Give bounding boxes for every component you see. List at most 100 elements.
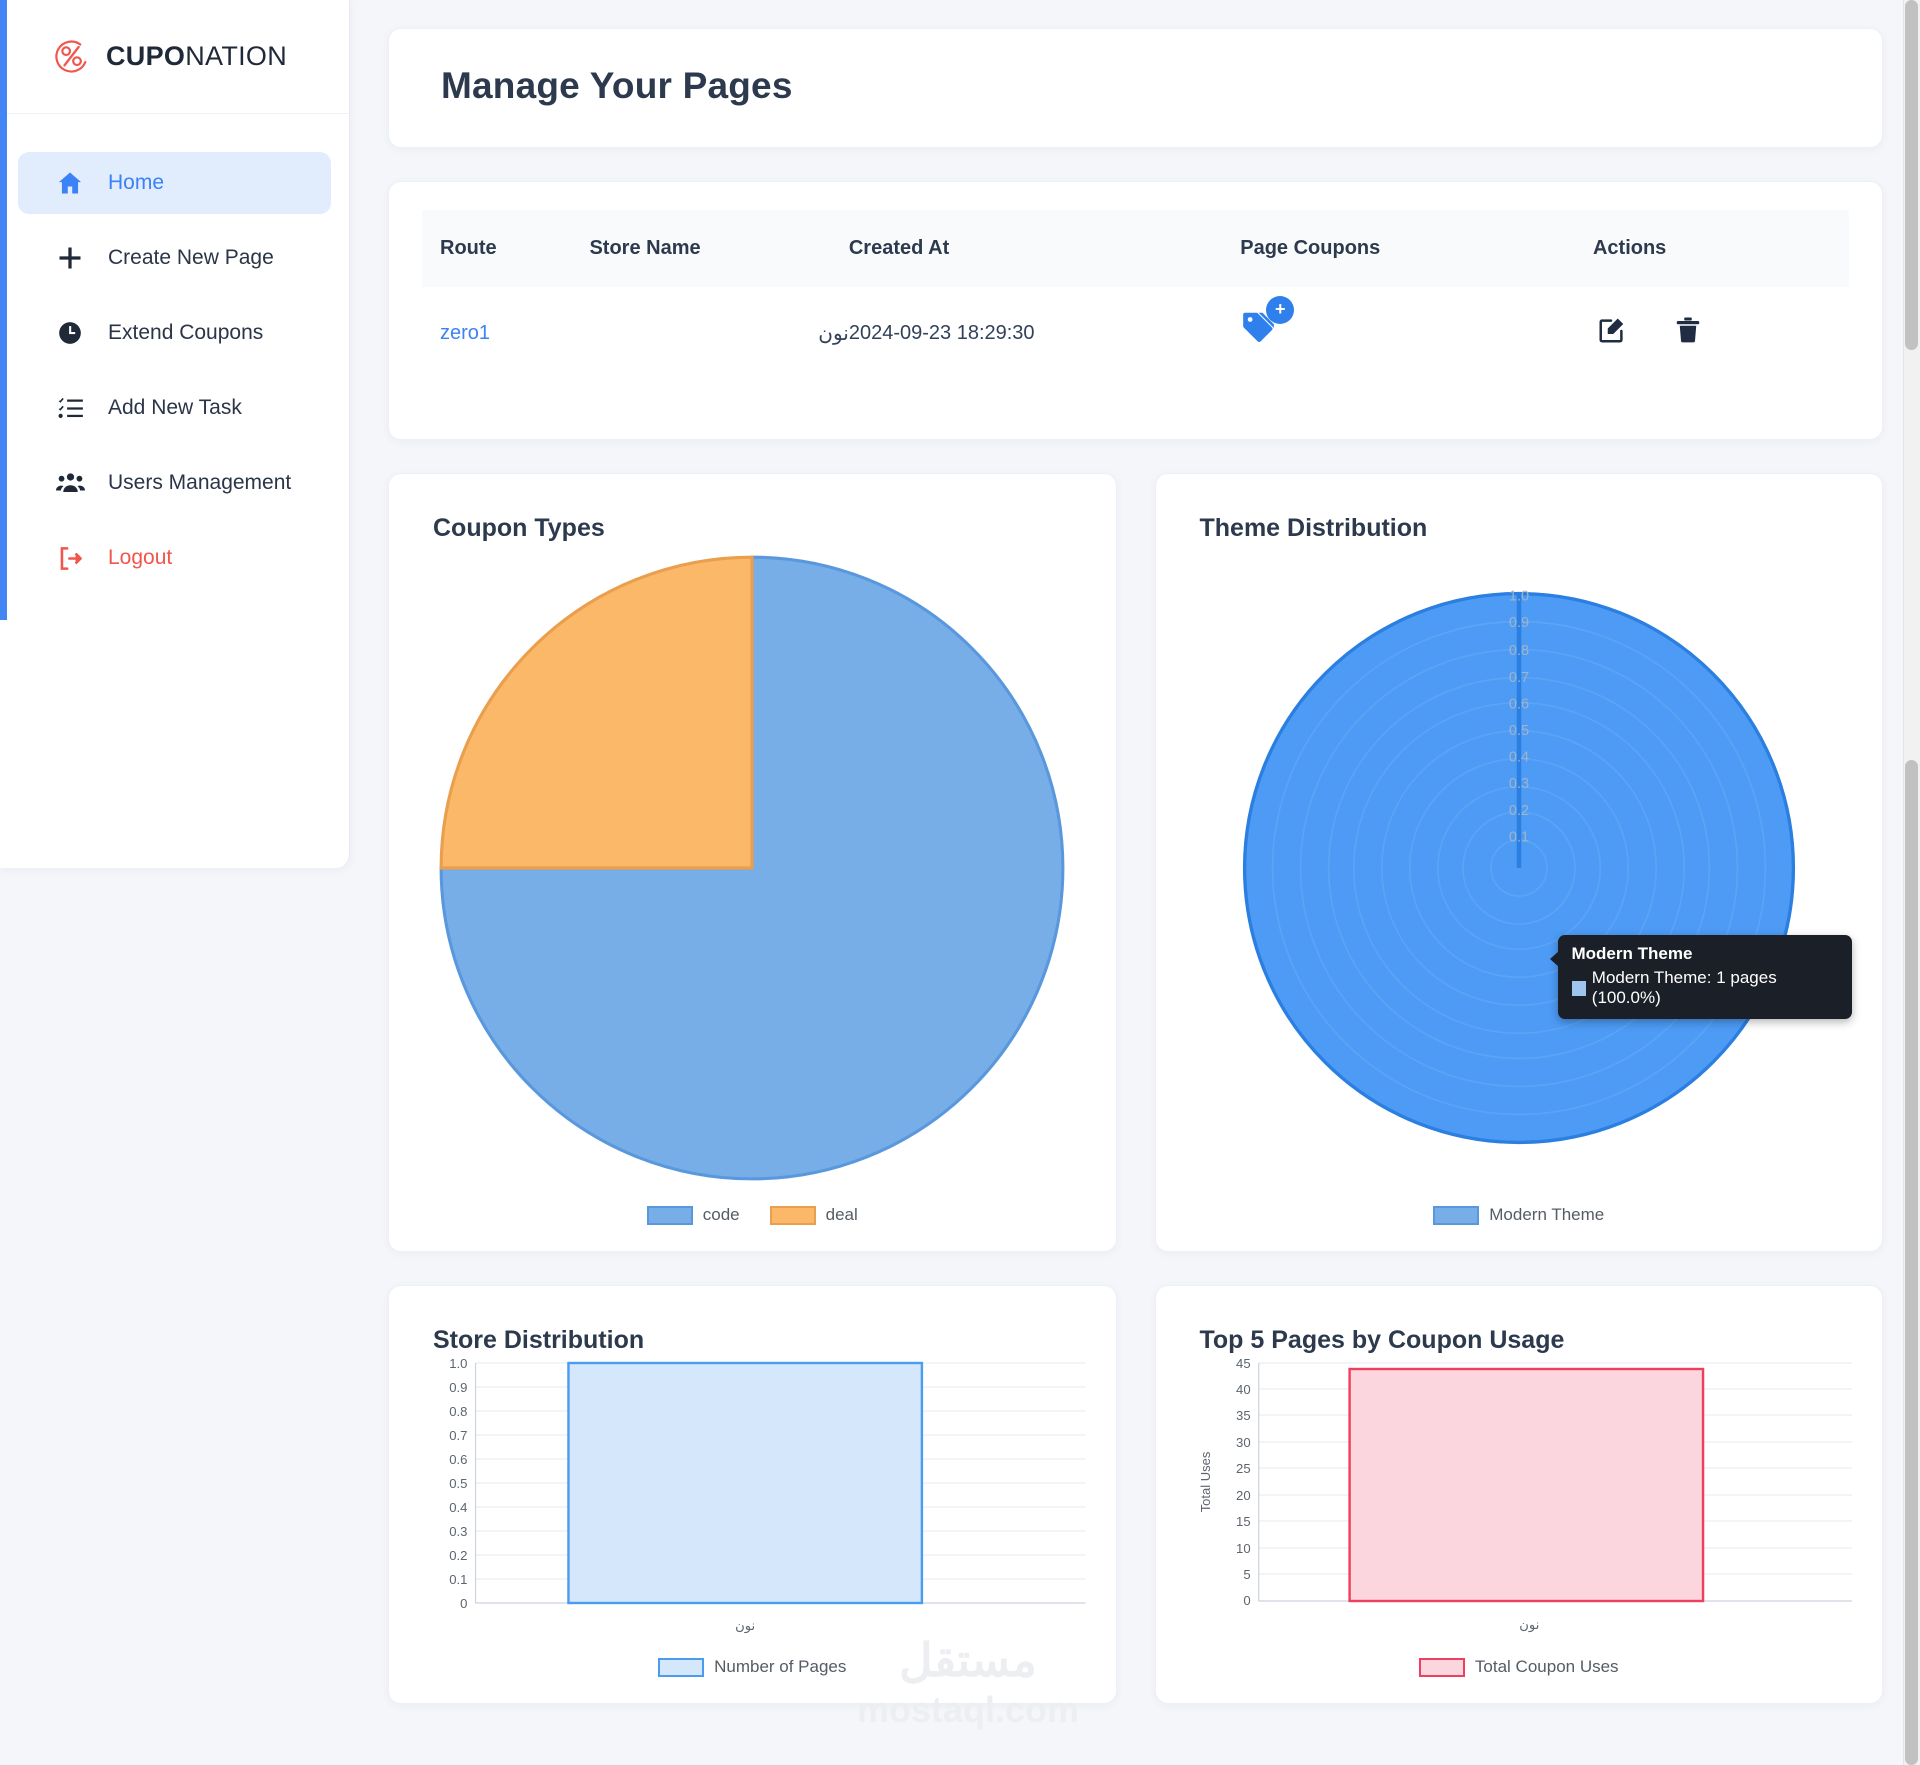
top-pages-legend: Total Coupon Uses [1186, 1657, 1853, 1677]
page-title: Manage Your Pages [441, 65, 793, 106]
store-bar-noon[interactable] [567, 1361, 924, 1605]
store-distribution-chart: 1.0 0.9 0.8 0.7 0.6 0.5 0.4 0.3 0.2 0.1 0 نون N… [419, 1355, 1086, 1677]
radar-chart-svg[interactable]: 1.0 0.9 0.8 0.7 0.6 0.5 0.4 0.3 0.2 0.1 [1239, 588, 1799, 1148]
pages-table: Route Store Name Created At Page Coupons… [422, 210, 1849, 379]
plus-icon [55, 243, 85, 273]
sidebar-item-label: Home [108, 171, 165, 194]
top-pages-y-axis-label: Total Uses [1198, 1451, 1213, 1512]
svg-text:10: 10 [1236, 1541, 1251, 1556]
page-scrollbar-thumb-upper[interactable] [1905, 0, 1918, 350]
clock-icon [55, 318, 85, 348]
radar-legend: Modern Theme [1186, 1205, 1853, 1225]
top-pages-bar-svg[interactable]: 45 40 35 30 25 20 15 10 5 0 Total Uses نون [1186, 1355, 1853, 1645]
page-scrollbar-track[interactable] [1903, 0, 1920, 1765]
add-coupon-badge[interactable]: + [1266, 296, 1295, 324]
store-bar-canvas[interactable]: 1.0 0.9 0.8 0.7 0.6 0.5 0.4 0.3 0.2 0.1 0 نون [419, 1355, 1086, 1645]
svg-text:0.5: 0.5 [1509, 723, 1529, 739]
top-pages-y-tick-labels: 45 40 35 30 25 20 15 10 5 0 [1236, 1356, 1251, 1608]
store-distribution-title: Store Distribution [433, 1326, 645, 1354]
svg-text:0.7: 0.7 [449, 1428, 467, 1443]
legend-item-code[interactable]: code [646, 1205, 740, 1225]
sidebar-item-home[interactable]: Home [18, 152, 331, 214]
theme-distribution-title: Theme Distribution [1199, 514, 1428, 542]
users-icon [55, 468, 85, 498]
row-action-group [1593, 315, 1849, 351]
radar-chart-canvas[interactable]: 1.0 0.9 0.8 0.7 0.6 0.5 0.4 0.3 0.2 0.1 Moder… [1186, 543, 1852, 1193]
sidebar-item-label: Create New Page [108, 246, 274, 269]
top-pages-bar-canvas[interactable]: 45 40 35 30 25 20 15 10 5 0 Total Uses نون [1186, 1355, 1853, 1645]
svg-text:0.8: 0.8 [449, 1404, 467, 1419]
legend-item-number-of-pages[interactable]: Number of Pages [658, 1657, 846, 1677]
svg-text:0.8: 0.8 [1509, 643, 1529, 659]
legend-label-number-of-pages: Number of Pages [714, 1657, 847, 1676]
theme-distribution-card: Theme Distribution 1.0 0.9 0.8 0.7 0.6 0… [1154, 473, 1883, 1252]
sidebar-item-label: Add New Task [108, 396, 242, 419]
sidebar: CUPONATION Home Create New Page Extend C… [0, 0, 350, 868]
page-coupons-control[interactable]: + [1240, 296, 1296, 357]
top-pages-card: Top 5 Pages by Coupon Usage 45 40 35 30 … [1154, 1285, 1883, 1704]
legend-item-total-coupon-uses[interactable]: Total Coupon Uses [1418, 1657, 1619, 1677]
pages-table-card: Route Store Name Created At Page Coupons… [388, 181, 1883, 440]
pie-chart-canvas[interactable] [419, 543, 1086, 1193]
svg-text:0.7: 0.7 [1509, 670, 1529, 686]
sidebar-item-logout[interactable]: Logout [18, 527, 331, 589]
percent-circle-logo-icon [55, 39, 87, 73]
column-header-route: Route [440, 237, 497, 259]
sidebar-item-create-new-page[interactable]: Create New Page [18, 227, 331, 289]
svg-text:0.9: 0.9 [1509, 615, 1529, 631]
edit-button[interactable] [1597, 315, 1627, 351]
coupon-types-card: Coupon Types code deal [388, 473, 1117, 1252]
brand-name: CUPONATION [106, 41, 287, 72]
sidebar-item-add-new-task[interactable]: Add New Task [18, 377, 331, 439]
column-header-page-coupons: Page Coupons [1240, 237, 1381, 259]
sidebar-item-extend-coupons[interactable]: Extend Coupons [18, 302, 331, 364]
svg-text:0.6: 0.6 [449, 1452, 467, 1467]
svg-text:0.1: 0.1 [449, 1572, 467, 1587]
table-row: zero1 نون 2024-09-23 18:29:30 + [422, 287, 1849, 379]
store-bar-svg[interactable]: 1.0 0.9 0.8 0.7 0.6 0.5 0.4 0.3 0.2 0.1 0 نون [419, 1355, 1086, 1645]
svg-text:0.1: 0.1 [1509, 829, 1529, 845]
legend-label-code: code [702, 1205, 740, 1224]
legend-swatch-modern-theme [1433, 1205, 1480, 1225]
svg-text:0.5: 0.5 [449, 1476, 467, 1491]
delete-button[interactable] [1673, 315, 1703, 351]
logout-icon [55, 543, 85, 573]
svg-text:0: 0 [460, 1596, 467, 1611]
brand-name-thin: NATION [185, 41, 288, 71]
sidebar-accent-bar [0, 0, 7, 620]
svg-text:0.9: 0.9 [449, 1380, 467, 1395]
legend-item-modern-theme[interactable]: Modern Theme [1433, 1205, 1604, 1225]
cell-route: zero1 [422, 287, 589, 379]
legend-swatch-number-of-pages [658, 1657, 705, 1677]
svg-text:0.4: 0.4 [1509, 750, 1529, 766]
cell-created-at: 2024-09-23 18:29:30 [848, 321, 1035, 344]
svg-text:30: 30 [1236, 1435, 1251, 1450]
top-pages-title: Top 5 Pages by Coupon Usage [1199, 1326, 1565, 1354]
svg-text:45: 45 [1236, 1356, 1251, 1371]
cell-store-name: نون [818, 322, 849, 345]
pie-slice-deal[interactable] [439, 555, 754, 870]
top-pages-bar-noon[interactable] [1347, 1367, 1704, 1603]
legend-label-modern-theme: Modern Theme [1489, 1205, 1605, 1224]
top-pages-x-tick-label: نون [1519, 1617, 1539, 1633]
charts-row-bottom: Store Distribution 1.0 0.9 0.8 0.7 0.6 0… [388, 1285, 1883, 1704]
sidebar-item-users-management[interactable]: Users Management [18, 452, 331, 514]
sidebar-item-label: Extend Coupons [108, 321, 264, 344]
svg-text:0.2: 0.2 [449, 1548, 467, 1563]
legend-item-deal[interactable]: deal [769, 1205, 858, 1225]
page-scrollbar-thumb-lower[interactable] [1905, 760, 1918, 1765]
table-head: Route Store Name Created At Page Coupons… [422, 210, 1849, 287]
store-legend: Number of Pages [419, 1657, 1086, 1677]
svg-text:1.0: 1.0 [449, 1356, 467, 1371]
sidebar-nav: Home Create New Page Extend Coupons Add … [0, 114, 349, 589]
column-header-store-name: Store Name [589, 237, 701, 259]
svg-text:0: 0 [1243, 1593, 1250, 1608]
svg-text:1.0: 1.0 [1509, 589, 1529, 605]
svg-text:25: 25 [1236, 1461, 1251, 1476]
route-link[interactable]: zero1 [440, 322, 490, 344]
sidebar-item-label: Users Management [108, 471, 292, 494]
top-pages-chart: 45 40 35 30 25 20 15 10 5 0 Total Uses نون Tot… [1186, 1355, 1853, 1677]
legend-label-deal: deal [825, 1205, 858, 1224]
pie-chart-svg[interactable] [437, 554, 1067, 1182]
column-header-actions: Actions [1592, 237, 1667, 259]
